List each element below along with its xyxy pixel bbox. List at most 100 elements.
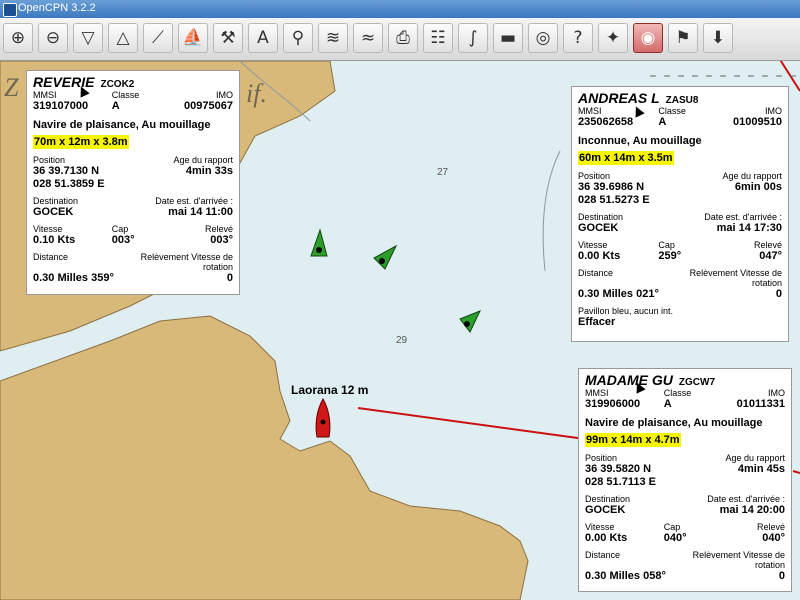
motion-labels: Vitesse Cap Relevé: [585, 522, 785, 532]
download-icon[interactable]: ⬇: [703, 23, 733, 53]
route-line: [357, 407, 586, 440]
distance-label: Distance: [585, 550, 621, 560]
mmsi-value: 319107000: [33, 100, 89, 112]
ais-list-icon[interactable]: ⚑: [668, 23, 698, 53]
clear-button[interactable]: Effacer: [578, 316, 782, 329]
tides-icon[interactable]: ≋: [318, 23, 348, 53]
route-line: [792, 470, 800, 474]
title-bar: OpenCPN 3.2.2: [0, 0, 800, 18]
destination-label: Destination: [585, 494, 631, 504]
class-label: Classe: [658, 106, 686, 116]
track-icon[interactable]: ∫: [458, 23, 488, 53]
bearing-rot-label: Relèvement Vitesse de rotation: [140, 252, 233, 272]
mmsi-label: MMSI: [585, 388, 609, 398]
class-label: Classe: [111, 90, 140, 100]
currents-icon[interactable]: ≈: [353, 23, 383, 53]
id-labels: MMSI Classe IMO: [585, 388, 785, 398]
id-values: 235062658 A 01009510: [578, 116, 782, 129]
id-labels: MMSI Classe IMO: [578, 106, 782, 116]
range-labels: Distance Relèvement Vitesse de rotation: [578, 268, 782, 288]
imo-value: 00975067: [184, 100, 233, 112]
target-header: MADAME GU ZGCW7: [585, 372, 785, 388]
id-values: 319906000 A 01011331: [585, 398, 785, 411]
position-label: Position: [578, 171, 611, 181]
position-values: 36 39.5820 N 4min 45s: [585, 463, 785, 476]
land-place-name: if.: [246, 79, 267, 108]
class-label: Classe: [663, 388, 692, 398]
app-icon: [3, 3, 17, 17]
text-icon[interactable]: A: [248, 23, 278, 53]
ship-follow-icon[interactable]: ⛵: [178, 23, 208, 53]
report-age-label: Age du rapport: [722, 171, 782, 181]
imo-value: 01011331: [736, 398, 785, 410]
ais-target-icon[interactable]: ◉: [633, 23, 663, 53]
main-toolbar: ⊕ ⊖ ▽ △ ⟋ ⛵ ⚒ A ⚲ ≋ ≈ ⎙ ☷ ∫ ▬ ◎? ✦ ◉ ⚑ ⬇: [0, 18, 800, 61]
scale-in-icon[interactable]: ▽: [73, 23, 103, 53]
destination-value: GOCEK: [585, 504, 626, 516]
ais-target-info-panel[interactable]: MADAME GU ZGCW7 MMSI Classe IMO 319906000 A 010…: [578, 368, 792, 592]
depth-contour: [542, 150, 561, 272]
destination-values: GOCEK mai 14 11:00: [33, 206, 233, 219]
zoom-in-icon[interactable]: ⊕: [3, 23, 33, 53]
mmsi-value: 235062658: [578, 116, 634, 128]
heading-label: Relevé: [756, 522, 785, 532]
destination-values: GOCEK mai 14 20:00: [585, 504, 785, 517]
destination-value: GOCEK: [33, 206, 74, 218]
ais-target-madame-gu: [459, 310, 482, 333]
destination-labels: Destination Date est. d'arrivée :: [585, 494, 785, 504]
speed-label: Vitesse: [33, 224, 63, 234]
motion-values: 0.00 Kts 259° 047°: [578, 250, 782, 263]
heading-value: 003°: [210, 234, 233, 246]
target-name: MADAME GU: [585, 372, 673, 388]
heading-label: Relevé: [204, 224, 233, 234]
zoom-out-icon[interactable]: ⊖: [38, 23, 68, 53]
report-age-value: 4min 45s: [737, 463, 785, 475]
eta-label: Date est. d'arrivée :: [707, 494, 785, 504]
vessel-type-status: Navire de plaisance, Au mouillage: [585, 417, 763, 429]
id-values: 319107000 A 00975067: [33, 100, 233, 113]
depth-sounding: 27: [437, 167, 449, 178]
latitude-value: 36 39.6986 N: [578, 181, 645, 193]
course-label: Cap: [111, 224, 129, 234]
speed-label: Vitesse: [578, 240, 608, 250]
peninsula-land: [0, 315, 529, 600]
course-value: 003°: [111, 234, 135, 246]
course-label: Cap: [658, 240, 675, 250]
print-icon[interactable]: ⎙: [388, 23, 418, 53]
route-manager-icon[interactable]: ☷: [423, 23, 453, 53]
target-header: REVERIE ZCOK2: [33, 74, 233, 90]
route-icon[interactable]: ⟋: [143, 23, 173, 53]
color-scheme-icon[interactable]: ▬: [493, 23, 523, 53]
destination-labels: Destination Date est. d'arrivée :: [33, 196, 233, 206]
vessel-type-status: Navire de plaisance, Au mouillage: [33, 119, 211, 131]
plugin-icon[interactable]: ✦: [598, 23, 628, 53]
heading-value: 040°: [762, 532, 785, 544]
position-values: 36 39.7130 N 4min 33s: [33, 165, 233, 178]
land-place-name: Z: [4, 73, 19, 102]
imo-label: IMO: [767, 388, 785, 398]
vessel-dimensions: 70m x 12m x 3.8m: [33, 135, 129, 149]
eta-value: mai 14 20:00: [719, 504, 785, 516]
speed-value: 0.00 Kts: [578, 250, 621, 262]
speed-label: Vitesse: [585, 522, 615, 532]
position-labels: Position Age du rapport: [33, 155, 233, 165]
ais-target-info-panel[interactable]: REVERIE ZCOK2 MMSI Classe IMO 319107000 A 00975…: [26, 70, 240, 295]
target-callsign: ZCOK2: [100, 79, 135, 90]
distance-bearing-value: 0.30 Milles 058°: [585, 570, 666, 582]
settings-icon[interactable]: ⚒: [213, 23, 243, 53]
latitude-value: 36 39.5820 N: [585, 463, 652, 475]
eta-value: mai 14 11:00: [168, 206, 233, 218]
help-icon[interactable]: ?: [563, 23, 593, 53]
position-label: Position: [585, 453, 618, 463]
rate-of-turn-value: 0: [775, 288, 782, 300]
measure-icon[interactable]: ⚲: [283, 23, 313, 53]
scale-out-icon[interactable]: △: [108, 23, 138, 53]
mob-icon[interactable]: ◎: [528, 23, 558, 53]
motion-values: 0.00 Kts 040° 040°: [585, 532, 785, 545]
position-labels: Position Age du rapport: [585, 453, 785, 463]
ais-target-info-panel[interactable]: ANDREAS L ZASU8 MMSI Classe IMO 235062658 A 010…: [571, 86, 789, 342]
heading-label: Relevé: [753, 240, 782, 250]
range-values: 0.30 Milles 021° 0: [578, 288, 782, 301]
window-title: OpenCPN 3.2.2: [18, 2, 96, 14]
target-header: ANDREAS L ZASU8: [578, 90, 782, 106]
